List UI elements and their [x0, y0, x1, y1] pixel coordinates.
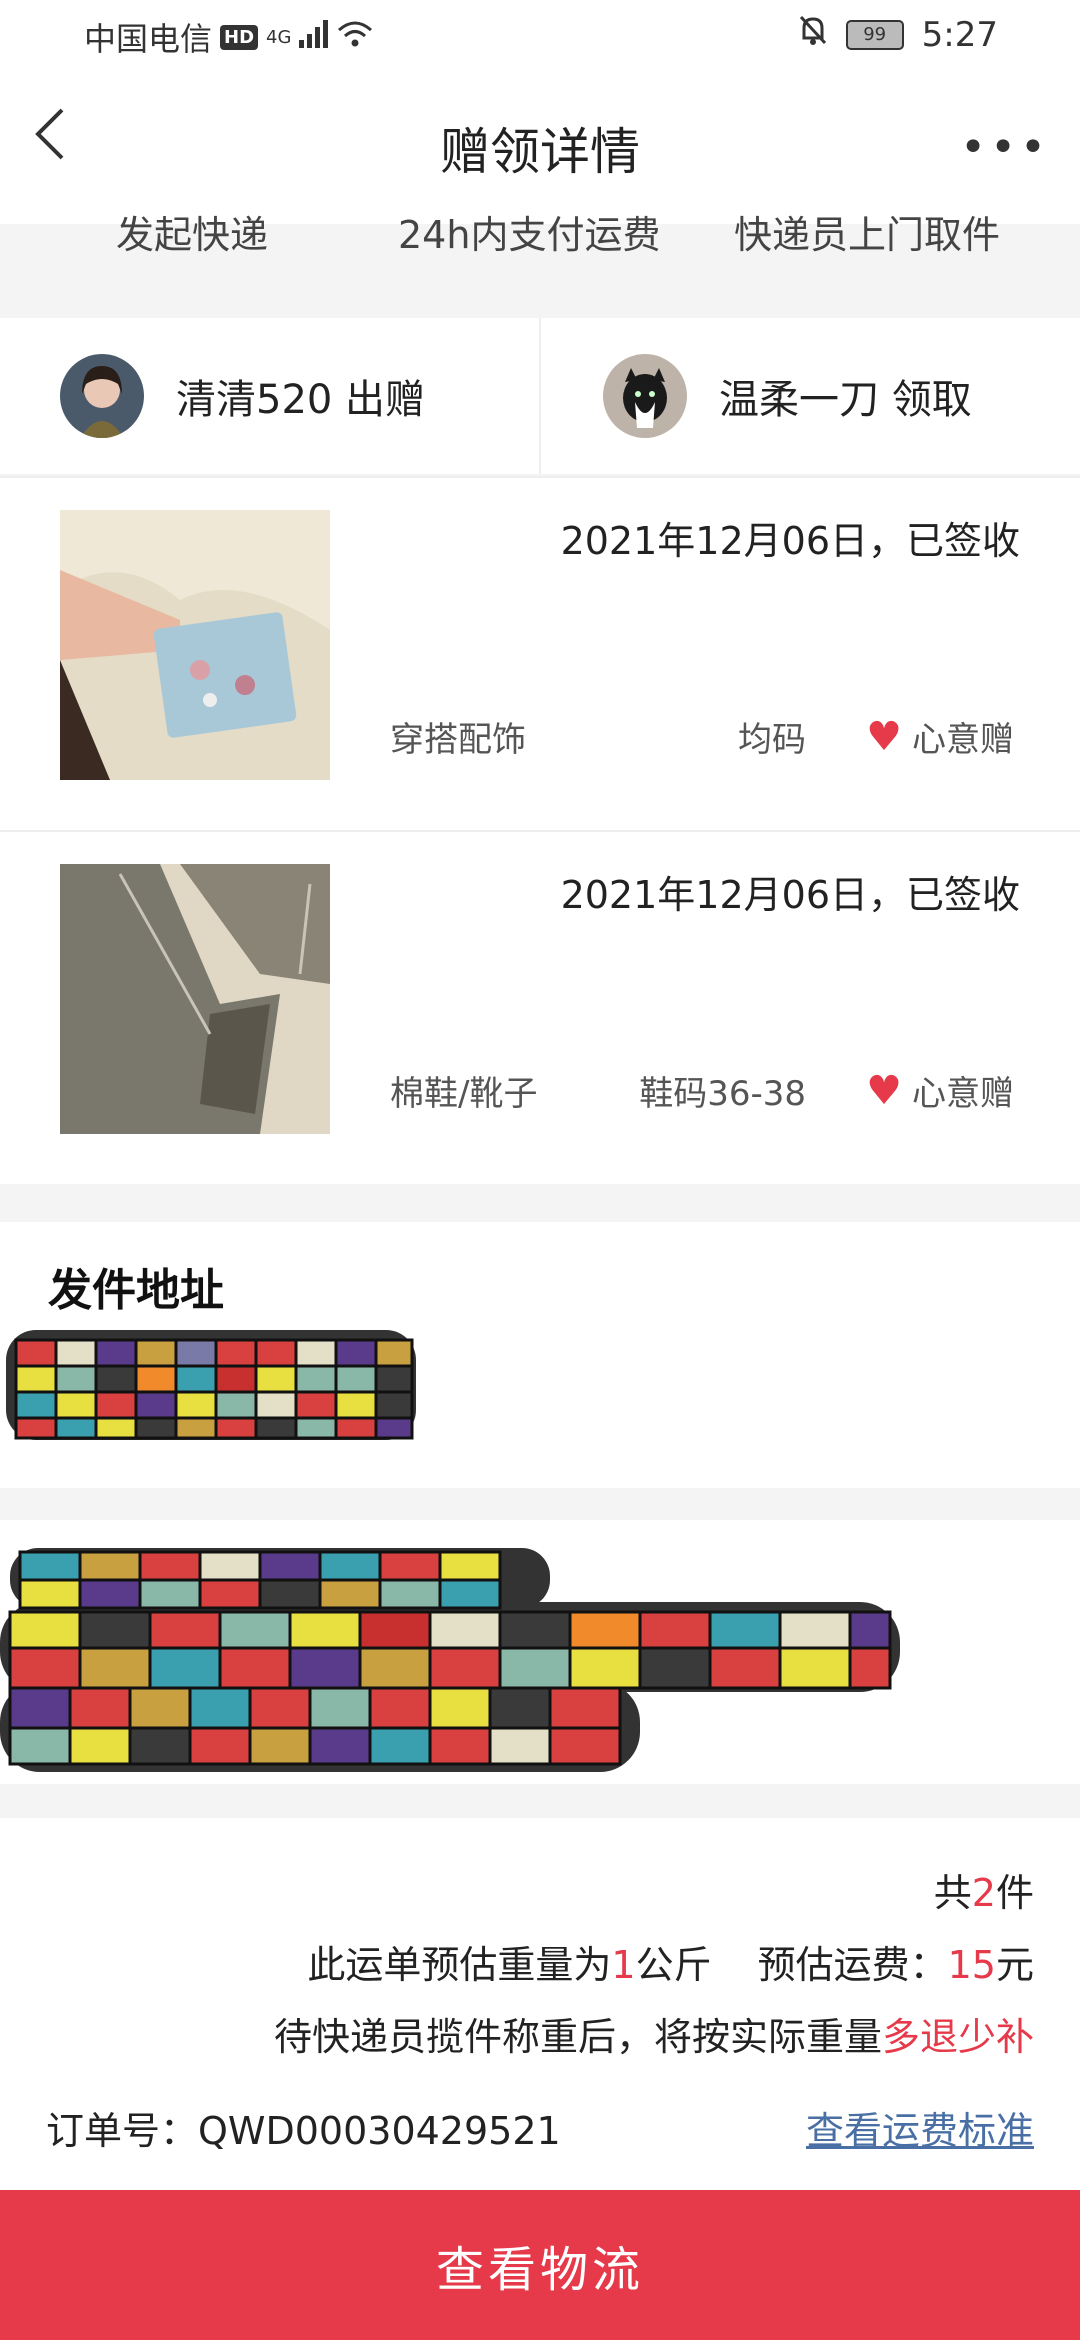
item-count: 共2件 [934, 1862, 1034, 1917]
more-options-icon[interactable]: ••• [960, 126, 1050, 170]
signal-icon [299, 18, 329, 56]
count-suffix: 件 [995, 1871, 1034, 1915]
weight-suffix: 公斤 [635, 1943, 712, 1987]
view-logistics-button[interactable]: 查看物流 [0, 2190, 1080, 2340]
heart-icon: ♥ [866, 713, 902, 760]
list-item[interactable]: 2021年12月06日，已签收 棉鞋/靴子 鞋码36-38 ♥ 心意赠 [0, 830, 1080, 1184]
clock: 5:27 [921, 14, 998, 55]
gift-tag: ♥ 心意赠 [866, 1066, 1014, 1115]
sender-address-card: 发件地址 [0, 1222, 1080, 1488]
note-highlight: 多退少补 [881, 2015, 1034, 2059]
step-label: 发起快递 [116, 213, 269, 256]
item-category: 穿搭配饰 [390, 720, 526, 760]
refund-note: 待快递员揽件称重后，将按实际重量多退少补 [274, 2006, 1034, 2061]
order-number: 订单号：QWD00030429521 [46, 2109, 561, 2153]
step-label: 快递员上门取件 [734, 213, 1001, 256]
item-image [60, 510, 330, 780]
status-bar: 中国电信 HD 4G 99 5:27 [0, 0, 1080, 74]
battery-icon: 99 [845, 19, 904, 50]
receiver[interactable]: 温柔一刀 领取 [541, 318, 1080, 474]
item-size: 均码 [738, 720, 806, 760]
fee-prefix: 预估运费： [757, 1943, 948, 1987]
carrier-label: 中国电信 [84, 20, 213, 58]
avatar [603, 354, 687, 438]
participants-card: 清清520 出赠 温柔一刀 领取 [0, 318, 1080, 474]
item-image [60, 864, 330, 1134]
list-item[interactable]: 2021年12月06日，已签收 穿搭配饰 均码 ♥ 心意赠 [0, 476, 1080, 830]
redaction-mosaic [6, 1330, 416, 1440]
sign-date: 2021年12月06日，已签收 [560, 519, 1020, 563]
redaction-mosaic [0, 1548, 900, 1772]
gift-tag-label: 心意赠 [912, 720, 1014, 760]
item-category: 棉鞋/靴子 [390, 1074, 538, 1114]
gift-tag: ♥ 心意赠 [866, 712, 1014, 761]
sign-date: 2021年12月06日，已签收 [560, 873, 1020, 917]
heart-icon: ♥ [866, 1067, 902, 1114]
section-title: 发件地址 [48, 1265, 224, 1316]
progress-steps: 发起快递 24h内支付运费 快递员上门取件 [0, 196, 1080, 256]
receiver-name: 温柔一刀 领取 [719, 377, 972, 423]
avatar [60, 354, 144, 438]
receiver-address-card [0, 1520, 1080, 1784]
gift-tag-label: 心意赠 [912, 1074, 1014, 1114]
note-prefix: 待快递员揽件称重后，将按实际重量 [273, 2015, 882, 2059]
donor-name: 清清520 出赠 [176, 377, 426, 423]
count-value: 2 [971, 1871, 996, 1915]
donor[interactable]: 清清520 出赠 [0, 318, 541, 474]
fee-standard-link[interactable]: 查看运费标准 [806, 2100, 1034, 2155]
step-label: 24h内支付运费 [398, 213, 661, 256]
weight-fee-line: 此运单预估重量为1公斤 预估运费：15元 [307, 1934, 1034, 1989]
weight-prefix: 此运单预估重量为 [307, 1943, 612, 1987]
mute-bell-icon [798, 14, 828, 55]
shipping-summary: 共2件 此运单预估重量为1公斤 预估运费：15元 待快递员揽件称重后，将按实际重量… [0, 1818, 1080, 2190]
weight-value: 1 [611, 1943, 636, 1987]
network-label: 4G [266, 26, 292, 48]
page-title: 赠领详情 [440, 123, 640, 181]
fee-value: 15 [947, 1943, 996, 1987]
fee-suffix: 元 [995, 1943, 1034, 1987]
item-size: 鞋码36-38 [639, 1074, 806, 1114]
hd-badge: HD [220, 24, 259, 50]
wifi-icon [337, 18, 373, 56]
count-prefix: 共 [933, 1871, 972, 1915]
